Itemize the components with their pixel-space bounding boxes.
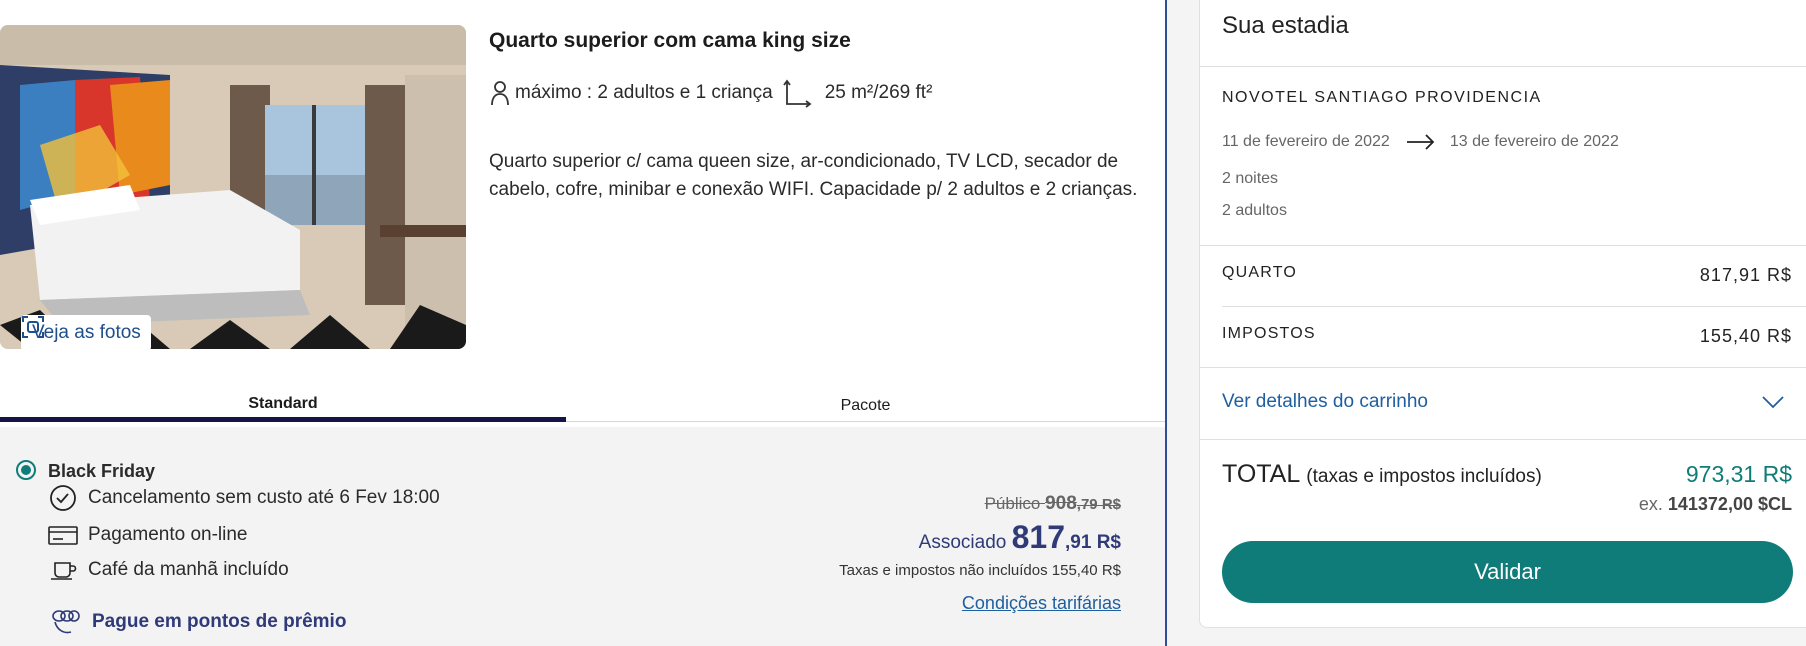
rate-option: Black Friday Cancelamento sem custo até …: [0, 427, 1165, 646]
public-price-int: 908: [1045, 493, 1077, 514]
room-capacity: máximo : 2 adultos e 1 criança: [515, 82, 773, 103]
total-price: 973,31 R$: [1685, 461, 1792, 487]
converted-currency: $CL: [1757, 494, 1792, 514]
guests-count: 2 adultos: [1222, 202, 1287, 219]
reward-points-icon: [52, 610, 80, 634]
cart-details-link[interactable]: Ver detalhes do carrinho: [1222, 391, 1428, 413]
total-label: TOTAL (taxas e impostos incluídos): [1222, 460, 1542, 489]
checkout-date: 13 de fevereiro de 2022: [1449, 133, 1619, 150]
member-price-label: Associado: [918, 532, 1007, 553]
rate-radio[interactable]: [16, 460, 36, 480]
taxes-price: 155,40 R$: [1699, 326, 1792, 346]
converted-prefix: ex.: [1638, 494, 1663, 514]
clock-icon: [50, 485, 76, 511]
reward-points-label: Pague em pontos de prêmio: [92, 611, 347, 632]
public-price: Público 908,79 R$: [839, 493, 1121, 515]
room-photo-illustration: [0, 25, 466, 349]
rate-conditions-link[interactable]: Condições tarifárias: [962, 593, 1121, 614]
stay-summary-panel: Sua estadia NOVOTEL SANTIAGO PROVIDENCIA…: [1167, 0, 1806, 646]
divider: [1200, 245, 1806, 246]
member-price-dec: ,91 R$: [1065, 532, 1121, 553]
fullscreen-icon: [22, 316, 44, 338]
feature-cancellation-text: Cancelamento sem custo até 6 Fev 18:00: [88, 487, 440, 508]
view-photos-label: Veja as fotos: [32, 322, 141, 343]
room-title: Quarto superior com cama king size: [489, 29, 851, 52]
price-block: Público 908,79 R$ Associado 817,91 R$ Ta…: [839, 493, 1121, 614]
divider: [1200, 66, 1806, 67]
stay-dates: 11 de fevereiro de 2022 13 de fevereiro …: [1222, 133, 1619, 151]
member-price-int: 817: [1011, 519, 1066, 555]
tab-pacote[interactable]: Pacote: [566, 390, 1165, 422]
divider: [1200, 439, 1806, 440]
nights-count: 2 noites: [1222, 170, 1279, 187]
room-meta: máximo : 2 adultos e 1 criança 25 m²/269…: [489, 78, 932, 108]
rate-tabs: Standard Pacote: [0, 390, 1165, 422]
room-label: QUARTO: [1222, 264, 1298, 281]
stay-summary-card: Sua estadia NOVOTEL SANTIAGO PROVIDENCIA…: [1199, 0, 1806, 628]
feature-breakfast-text: Café da manhã incluído: [88, 559, 289, 580]
public-price-label: Público: [984, 494, 1041, 513]
chevron-down-icon[interactable]: [1762, 394, 1784, 410]
arrow-right-icon: [1406, 134, 1435, 150]
credit-card-icon: [48, 526, 78, 545]
room-price: 817,91 R$: [1699, 265, 1792, 285]
taxes-label: IMPOSTOS: [1222, 325, 1316, 342]
converted-value: 141372,00: [1667, 494, 1753, 514]
public-price-dec: ,79 R$: [1076, 496, 1121, 513]
feature-payment-text: Pagamento on-line: [88, 524, 248, 545]
feature-breakfast: Café da manhã incluído: [48, 555, 289, 585]
reward-points-link[interactable]: Pague em pontos de prêmio: [50, 608, 346, 636]
room-description: Quarto superior c/ cama queen size, ar-c…: [489, 151, 1138, 200]
hotel-name: NOVOTEL SANTIAGO PROVIDENCIA: [1222, 89, 1542, 106]
room-size-icon: [782, 79, 812, 108]
total-title: TOTAL: [1222, 460, 1300, 488]
view-photos-button[interactable]: Veja as fotos: [21, 315, 151, 349]
total-subtitle: (taxas e impostos incluídos): [1306, 466, 1542, 487]
room-offer-panel: Veja as fotos Quarto superior com cama k…: [0, 0, 1165, 646]
divider: [1222, 306, 1806, 307]
tax-note: Taxas e impostos não incluídos 155,40 R$: [839, 562, 1121, 579]
person-icon: [491, 81, 509, 106]
summary-title: Sua estadia: [1222, 12, 1349, 39]
tab-standard[interactable]: Standard: [0, 390, 566, 422]
member-price: Associado 817,91 R$: [839, 519, 1121, 556]
validate-button[interactable]: Validar: [1222, 541, 1793, 603]
divider: [1200, 367, 1806, 368]
feature-cancellation: Cancelamento sem custo até 6 Fev 18:00: [48, 483, 440, 513]
feature-payment: Pagamento on-line: [48, 520, 248, 550]
rate-name: Black Friday: [48, 461, 156, 481]
coffee-cup-icon: [51, 562, 77, 580]
converted-price: ex. 141372,00 $CL: [1639, 494, 1792, 515]
room-size: 25 m²/269 ft²: [824, 82, 933, 103]
checkin-date: 11 de fevereiro de 2022: [1222, 133, 1390, 150]
room-photo[interactable]: Veja as fotos: [0, 25, 466, 349]
